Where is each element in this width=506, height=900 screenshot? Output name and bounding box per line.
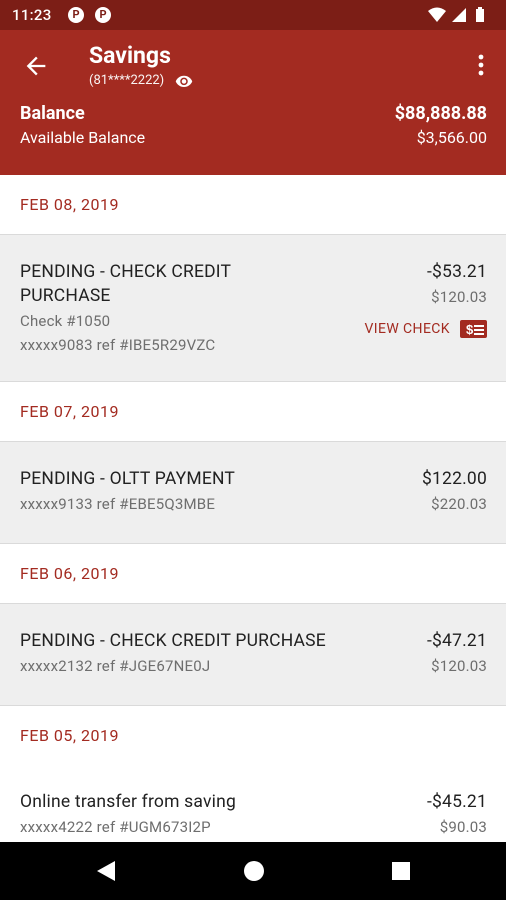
transaction-reference: xxxxx4222 ref #UGM673I2P bbox=[20, 818, 211, 836]
page-title: Savings bbox=[89, 42, 171, 69]
transaction-reference: xxxxx9133 ref #EBE5Q3MBE bbox=[20, 495, 216, 513]
check-image-icon: $ bbox=[460, 320, 487, 338]
check-number: Check #1050 bbox=[20, 312, 111, 330]
transaction-row[interactable]: Online transfer from saving xxxxx4222 re… bbox=[0, 765, 506, 842]
nav-back-button[interactable] bbox=[93, 858, 119, 884]
transaction-amount: -$45.21 bbox=[426, 792, 487, 812]
arrow-back-icon bbox=[26, 56, 46, 76]
system-status-icons bbox=[426, 6, 496, 28]
show-account-number-button[interactable] bbox=[175, 73, 193, 87]
date-header: FEB 06, 2019 bbox=[0, 544, 506, 603]
transaction-row[interactable]: PENDING - CHECK CREDIT PURCHASE xxxxx213… bbox=[0, 603, 506, 706]
transaction-description: PENDING - OLTT PAYMENT bbox=[20, 469, 236, 489]
square-recents-icon bbox=[392, 862, 410, 880]
view-check-label: VIEW CHECK bbox=[364, 321, 450, 337]
check-icon-symbol: $ bbox=[466, 322, 474, 337]
status-time: 11:23 bbox=[12, 6, 52, 24]
circle-home-icon bbox=[244, 861, 264, 881]
transaction-reference: xxxxx2132 ref #JGE67NE0J bbox=[20, 657, 211, 675]
date-header: FEB 08, 2019 bbox=[0, 175, 506, 234]
triangle-back-icon bbox=[97, 861, 115, 881]
status-bar: 11:23 P P bbox=[0, 0, 506, 30]
available-balance-value: $3,566.00 bbox=[416, 128, 487, 147]
nav-home-button[interactable] bbox=[241, 858, 267, 884]
transaction-reference: xxxxx9083 ref #IBE5R29VZC bbox=[20, 336, 216, 354]
running-balance: $220.03 bbox=[431, 495, 487, 513]
notification-app-icon: P bbox=[95, 7, 111, 23]
more-vert-icon bbox=[478, 54, 484, 76]
back-button[interactable] bbox=[22, 52, 50, 80]
wifi-icon bbox=[428, 7, 446, 22]
date-header: FEB 07, 2019 bbox=[0, 382, 506, 441]
nav-recents-button[interactable] bbox=[388, 858, 414, 884]
transaction-amount: -$47.21 bbox=[426, 631, 487, 651]
system-navigation-bar bbox=[0, 842, 506, 900]
transaction-description: PENDING - CHECK CREDIT PURCHASE bbox=[20, 631, 326, 651]
account-header: Savings (81****2222) Balance $88,888.88 … bbox=[0, 30, 506, 175]
transaction-description: PURCHASE bbox=[20, 286, 111, 306]
battery-icon bbox=[476, 7, 484, 22]
running-balance: $120.03 bbox=[431, 657, 487, 675]
date-header: FEB 05, 2019 bbox=[0, 706, 506, 765]
notification-app-icon: P bbox=[68, 7, 84, 23]
transaction-list[interactable]: FEB 08, 2019 PENDING - CHECK CREDIT PURC… bbox=[0, 175, 506, 842]
balance-label: Balance bbox=[20, 103, 85, 124]
running-balance: $90.03 bbox=[439, 818, 487, 836]
view-check-button[interactable]: VIEW CHECK $ bbox=[364, 320, 487, 338]
transaction-row[interactable]: PENDING - CHECK CREDIT PURCHASE Check #1… bbox=[0, 234, 506, 382]
running-balance: $120.03 bbox=[431, 288, 487, 306]
available-balance-label: Available Balance bbox=[20, 128, 146, 147]
transaction-description: Online transfer from saving bbox=[20, 792, 237, 812]
account-number: (81****2222) bbox=[89, 73, 165, 88]
transaction-row[interactable]: PENDING - OLTT PAYMENT xxxxx9133 ref #EB… bbox=[0, 441, 506, 544]
transaction-amount: -$53.21 bbox=[426, 262, 487, 282]
eye-icon bbox=[175, 75, 193, 87]
transaction-amount: $122.00 bbox=[421, 469, 487, 489]
transaction-description: PENDING - CHECK CREDIT bbox=[20, 262, 232, 282]
balance-value: $88,888.88 bbox=[394, 103, 487, 124]
more-options-button[interactable] bbox=[476, 52, 486, 78]
signal-icon bbox=[452, 8, 466, 22]
